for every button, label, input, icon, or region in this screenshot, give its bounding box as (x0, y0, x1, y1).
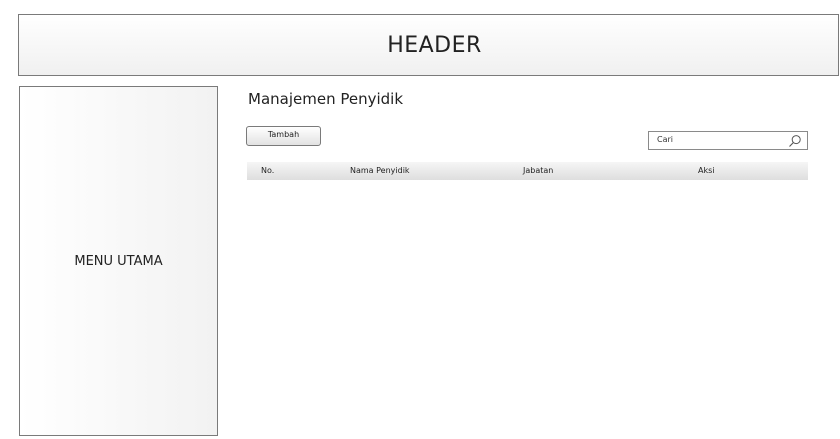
main-menu-label: MENU UTAMA (74, 253, 163, 269)
column-header-no: No. (261, 166, 275, 175)
add-investigator-button[interactable]: Tambah (246, 126, 321, 146)
header: HEADER (18, 14, 839, 76)
main-menu-sidebar[interactable]: MENU UTAMA (19, 86, 218, 436)
column-header-nama-penyidik: Nama Penyidik (350, 166, 410, 175)
search-box[interactable]: Cari (648, 131, 808, 150)
column-header-aksi: Aksi (698, 166, 715, 175)
table-header: No. Nama Penyidik Jabatan Aksi (247, 162, 808, 180)
column-header-jabatan: Jabatan (523, 166, 554, 175)
page-title: Manajemen Penyidik (248, 90, 404, 108)
search-icon[interactable] (788, 134, 802, 148)
header-title: HEADER (387, 32, 482, 58)
search-input[interactable]: Cari (657, 135, 673, 144)
